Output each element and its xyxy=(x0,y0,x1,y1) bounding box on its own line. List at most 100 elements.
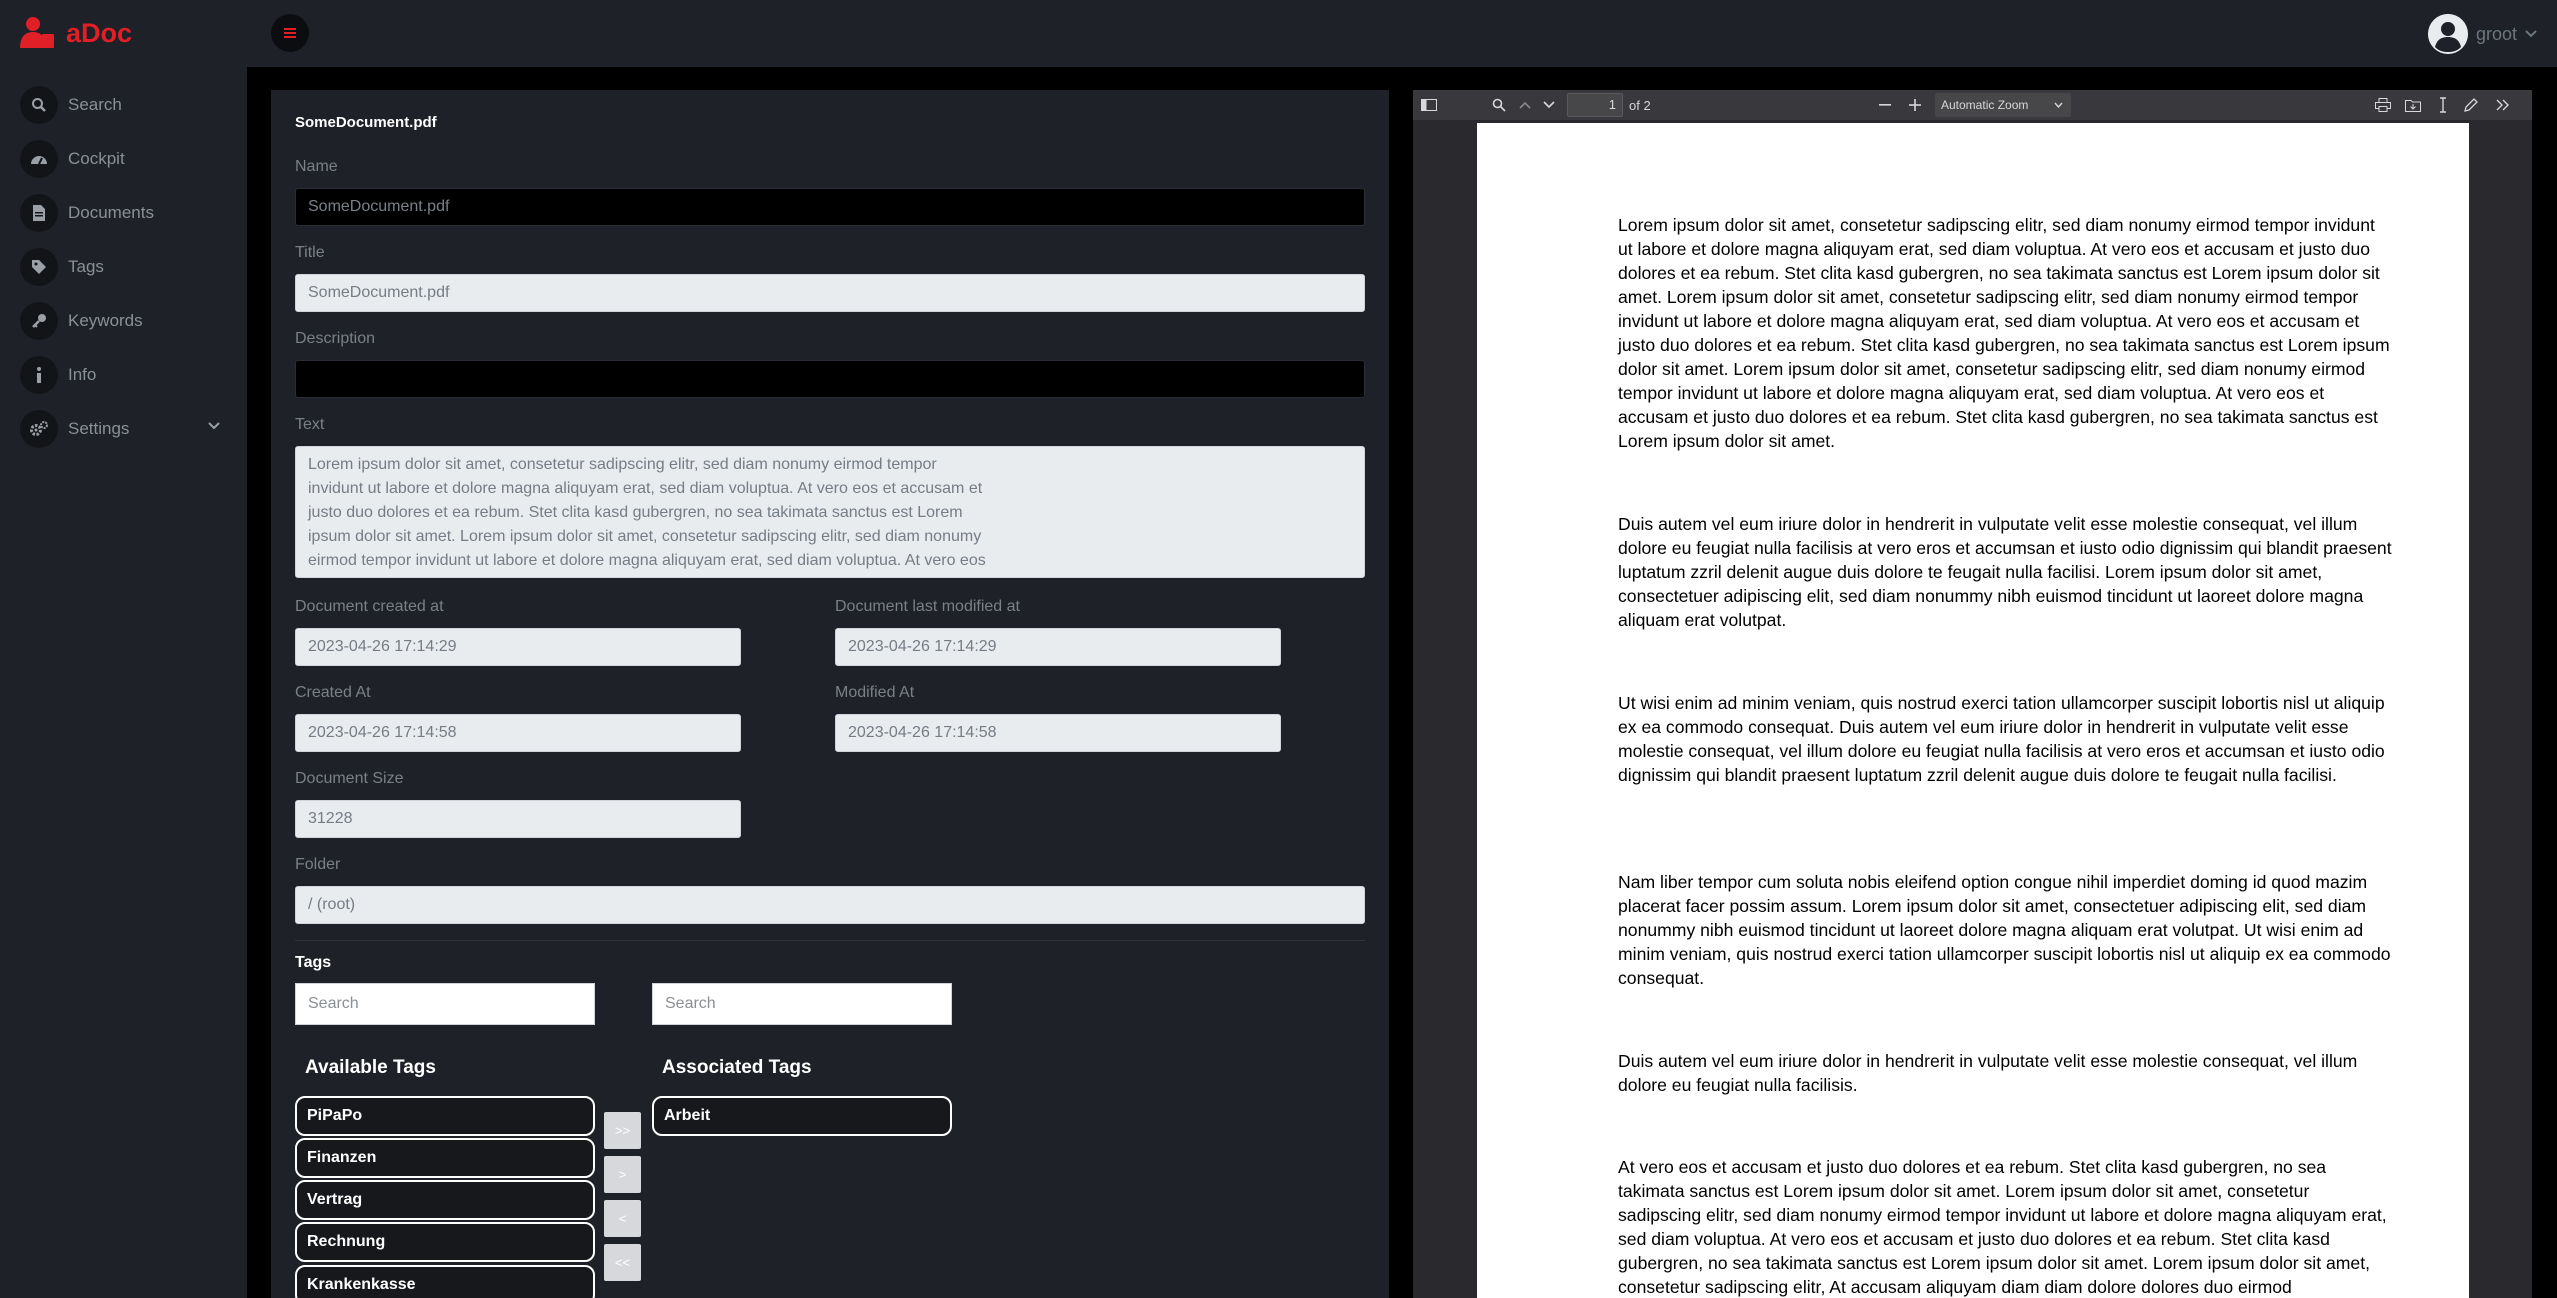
sidebar-item-tags[interactable]: Tags xyxy=(20,248,220,286)
sidebar: Search Cockpit Documents Tags Keywords I… xyxy=(0,67,247,1298)
document-created-field[interactable]: 2023-04-26 17:14:29 xyxy=(295,628,741,666)
hamburger-icon xyxy=(284,28,296,38)
tag-item-available[interactable]: Krankenkasse xyxy=(295,1265,595,1298)
sidebar-toggle-button[interactable] xyxy=(1417,93,1441,117)
text-label: Text xyxy=(295,416,325,433)
printer-icon xyxy=(2375,98,2391,112)
document-modified-label: Document last modified at xyxy=(835,598,1020,615)
card-title: SomeDocument.pdf xyxy=(295,114,437,131)
cursor-text-icon xyxy=(2440,97,2446,113)
chevron-up-icon xyxy=(1519,101,1531,109)
sidebar-item-label: Search xyxy=(68,95,122,114)
created-at-field[interactable]: 2023-04-26 17:14:58 xyxy=(295,714,741,752)
sidebar-item-keywords[interactable]: Keywords xyxy=(20,302,220,340)
pdf-paragraph: Lorem ipsum dolor sit amet, consetetur s… xyxy=(1618,215,2390,451)
page-count: of 2 xyxy=(1629,98,1651,113)
tag-item-available[interactable]: Vertrag xyxy=(295,1180,595,1220)
zoom-value: Automatic Zoom xyxy=(1941,98,2029,112)
gears-icon xyxy=(20,410,58,448)
user-icon xyxy=(2427,14,2468,54)
pdf-paragraph: Ut wisi enim ad minim veniam, quis nostr… xyxy=(1618,693,2385,785)
download-icon xyxy=(2405,100,2421,112)
pdf-paragraph: At vero eos et accusam et justo duo dolo… xyxy=(1618,1157,2387,1297)
document-size-label: Document Size xyxy=(295,770,404,787)
gauge-icon xyxy=(20,140,58,178)
tag-item-available[interactable]: Rechnung xyxy=(295,1222,595,1262)
text-area[interactable]: Lorem ipsum dolor sit amet, consetetur s… xyxy=(295,446,1365,578)
title-field[interactable]: SomeDocument.pdf xyxy=(295,274,1365,312)
chevron-down-icon xyxy=(1543,101,1555,109)
tag-icon xyxy=(20,248,58,286)
name-label: Name xyxy=(295,158,338,175)
search-icon xyxy=(1492,98,1506,112)
created-at-label: Created At xyxy=(295,684,371,701)
tag-item-available[interactable]: Finanzen xyxy=(295,1138,595,1178)
sidebar-item-label: Settings xyxy=(68,419,130,438)
double-chevron-right-icon xyxy=(2496,99,2509,111)
find-button[interactable] xyxy=(1487,93,1511,117)
save-button[interactable] xyxy=(2401,93,2425,117)
previous-page-button[interactable] xyxy=(1513,93,1537,117)
pdf-viewer: 1 of 2 Automatic Zoom Lorem ipsum dolor … xyxy=(1413,90,2532,1298)
associated-tags-search-input[interactable]: Search xyxy=(652,983,952,1025)
sidebar-item-settings[interactable]: Settings xyxy=(20,410,220,448)
sidebar-item-cockpit[interactable]: Cockpit xyxy=(20,140,220,178)
document-size-field[interactable]: 31228 xyxy=(295,800,741,838)
divider xyxy=(295,940,1365,941)
document-icon xyxy=(20,194,58,232)
pdf-paragraph: Nam liber tempor cum soluta nobis eleife… xyxy=(1618,872,2391,988)
sidebar-item-info[interactable]: Info xyxy=(20,356,220,394)
user-menu[interactable]: groot xyxy=(2427,14,2537,54)
pdf-toolbar: 1 of 2 Automatic Zoom xyxy=(1413,90,2532,120)
sidebar-toggle-icon xyxy=(1421,99,1437,111)
pdf-page: Lorem ipsum dolor sit amet, consetetur s… xyxy=(1477,123,2469,1298)
folder-field[interactable]: / (root) xyxy=(295,886,1365,924)
modified-at-field[interactable]: 2023-04-26 17:14:58 xyxy=(835,714,1281,752)
tag-item-available[interactable]: PiPaPo xyxy=(295,1096,595,1136)
app-logo[interactable]: aDoc xyxy=(20,14,132,52)
next-page-button[interactable] xyxy=(1537,93,1561,117)
folder-label: Folder xyxy=(295,856,341,873)
sidebar-item-search[interactable]: Search xyxy=(20,86,220,124)
available-tags-title: Available Tags xyxy=(305,1057,436,1078)
page-number-input[interactable]: 1 xyxy=(1567,93,1623,117)
app-name: aDoc xyxy=(66,17,133,48)
chevron-down-icon xyxy=(2525,30,2537,38)
menu-toggle-button[interactable] xyxy=(271,14,309,52)
name-field[interactable]: SomeDocument.pdf xyxy=(295,188,1365,226)
available-tags-search-input[interactable]: Search xyxy=(295,983,595,1025)
description-field[interactable] xyxy=(295,360,1365,398)
zoom-in-button[interactable] xyxy=(1903,93,1927,117)
sidebar-item-label: Keywords xyxy=(68,311,143,330)
chevron-down-icon xyxy=(208,422,220,430)
move-left-button[interactable]: < xyxy=(604,1200,641,1237)
pdf-paragraph: Duis autem vel eum iriure dolor in hendr… xyxy=(1618,514,2392,630)
search-icon xyxy=(20,86,58,124)
move-right-button[interactable]: > xyxy=(604,1156,641,1193)
key-icon xyxy=(20,302,58,340)
move-all-right-button[interactable]: >> xyxy=(604,1112,641,1149)
sidebar-item-label: Info xyxy=(68,365,97,384)
tools-button[interactable] xyxy=(2491,93,2515,117)
zoom-select[interactable]: Automatic Zoom xyxy=(1935,93,2071,117)
document-details-card: SomeDocument.pdf Name SomeDocument.pdf T… xyxy=(271,90,1389,1298)
plus-icon xyxy=(1909,99,1921,111)
tag-item-associated[interactable]: Arbeit xyxy=(652,1096,952,1136)
sidebar-item-label: Cockpit xyxy=(68,149,125,168)
draw-button[interactable] xyxy=(2459,93,2483,117)
move-all-left-button[interactable]: << xyxy=(604,1244,641,1281)
pdf-paragraph: Duis autem vel eum iriure dolor in hendr… xyxy=(1618,1051,2358,1095)
zoom-out-button[interactable] xyxy=(1873,93,1897,117)
pencil-icon xyxy=(2464,98,2478,112)
user-name: groot xyxy=(2475,23,2517,44)
sidebar-item-label: Documents xyxy=(68,203,154,222)
print-button[interactable] xyxy=(2371,93,2395,117)
sidebar-item-documents[interactable]: Documents xyxy=(20,194,220,232)
text-select-button[interactable] xyxy=(2431,93,2455,117)
info-icon xyxy=(20,356,58,394)
document-modified-field[interactable]: 2023-04-26 17:14:29 xyxy=(835,628,1281,666)
minus-icon xyxy=(1879,104,1891,106)
modified-at-label: Modified At xyxy=(835,684,915,701)
top-bar: aDoc groot xyxy=(0,0,2557,67)
title-label: Title xyxy=(295,244,325,261)
